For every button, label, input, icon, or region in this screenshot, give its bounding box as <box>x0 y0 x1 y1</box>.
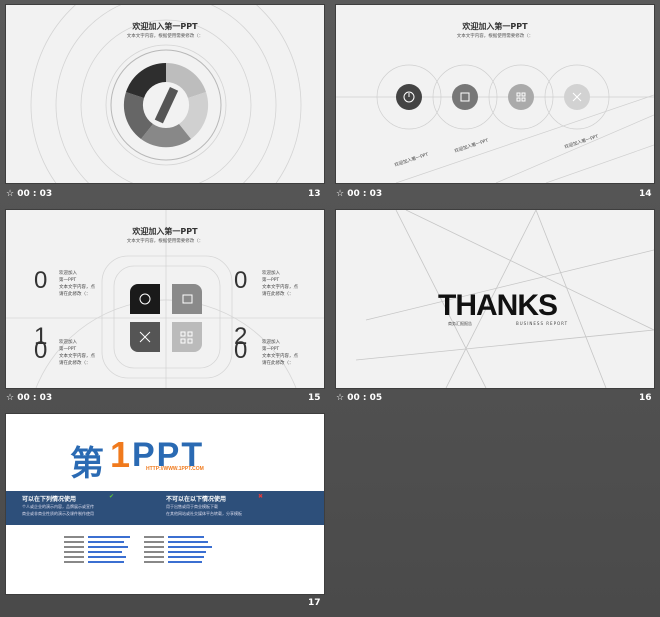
thanks-subtitle-cn: 商务汇报报告 <box>448 321 472 326</box>
text-block: 欢迎加入 第一PPT 文本文字内容，点 请在此修改（： <box>262 340 298 366</box>
slide-15-timing: ☆ 00 : 03 <box>6 393 52 403</box>
play-icon: ☆ <box>6 393 15 403</box>
play-icon: ☆ <box>336 393 345 403</box>
slide-title: 欢迎加入第一PPT <box>132 227 198 236</box>
text-block: 欢迎加入 第一PPT 文本文字内容，点 请在此修改（： <box>59 271 95 297</box>
slide-time: 00 : 03 <box>17 393 53 403</box>
text-block: 欢迎加入 第一PPT 文本文字内容，点 请在此修改（： <box>59 340 95 366</box>
slide-16-timing: ☆ 00 : 05 <box>336 393 382 403</box>
slide-number: 14 <box>639 189 652 199</box>
slide-number: 13 <box>308 189 321 199</box>
slide-14[interactable]: 欢迎加入第一PPT 文本文字内容，根据使用需要修改（： 欢迎加入第一PPT 欢迎… <box>336 5 654 183</box>
slide-17[interactable]: 第 1 PPT HTTP://WWW.1PPT.COM 可以在下列情况使用 ✔ … <box>6 414 324 594</box>
text-block: 欢迎加入 第一PPT 文本文字内容，点 请在此修改（： <box>262 271 298 297</box>
slide-15[interactable]: 欢迎加入第一PPT 文本文字内容，根据使用需要修改（： 0 1 0 0 2 0 … <box>6 210 324 388</box>
slide-14-timing: ☆ 00 : 03 <box>336 189 382 199</box>
digit: 0 <box>234 337 248 364</box>
slide-subtitle: 文本文字内容，根据使用需要修改（： <box>456 34 534 39</box>
link-list-graphic <box>64 536 212 563</box>
slide-number: 16 <box>639 393 652 403</box>
slide-number: 17 <box>308 598 321 608</box>
slide-time: 00 : 03 <box>347 189 383 199</box>
slide-time: 00 : 05 <box>347 393 383 403</box>
slide-time: 00 : 03 <box>17 189 53 199</box>
slide-subtitle: 文本文字内容，根据使用需要修改（： <box>126 34 204 39</box>
slide-13[interactable]: 欢迎加入第一PPT 文本文字内容，根据使用需要修改（： <box>6 5 324 183</box>
thanks-subtitle-en: BUSINESS REPORT <box>516 321 569 326</box>
slide-title: 欢迎加入第一PPT <box>132 22 198 31</box>
play-icon: ☆ <box>336 189 345 199</box>
thanks-title: THANKS <box>438 289 558 322</box>
play-icon: ☆ <box>6 189 15 199</box>
digit: 0 <box>34 337 48 364</box>
slide-subtitle: 文本文字内容，根据使用需要修改（： <box>126 239 204 244</box>
digit: 0 <box>34 267 48 294</box>
digit: 0 <box>234 267 248 294</box>
slide-number: 15 <box>308 393 321 403</box>
slide-title: 欢迎加入第一PPT <box>462 22 528 31</box>
slide-13-timing: ☆ 00 : 03 <box>6 189 52 199</box>
slide-16[interactable]: THANKS 商务汇报报告 BUSINESS REPORT <box>336 210 654 388</box>
